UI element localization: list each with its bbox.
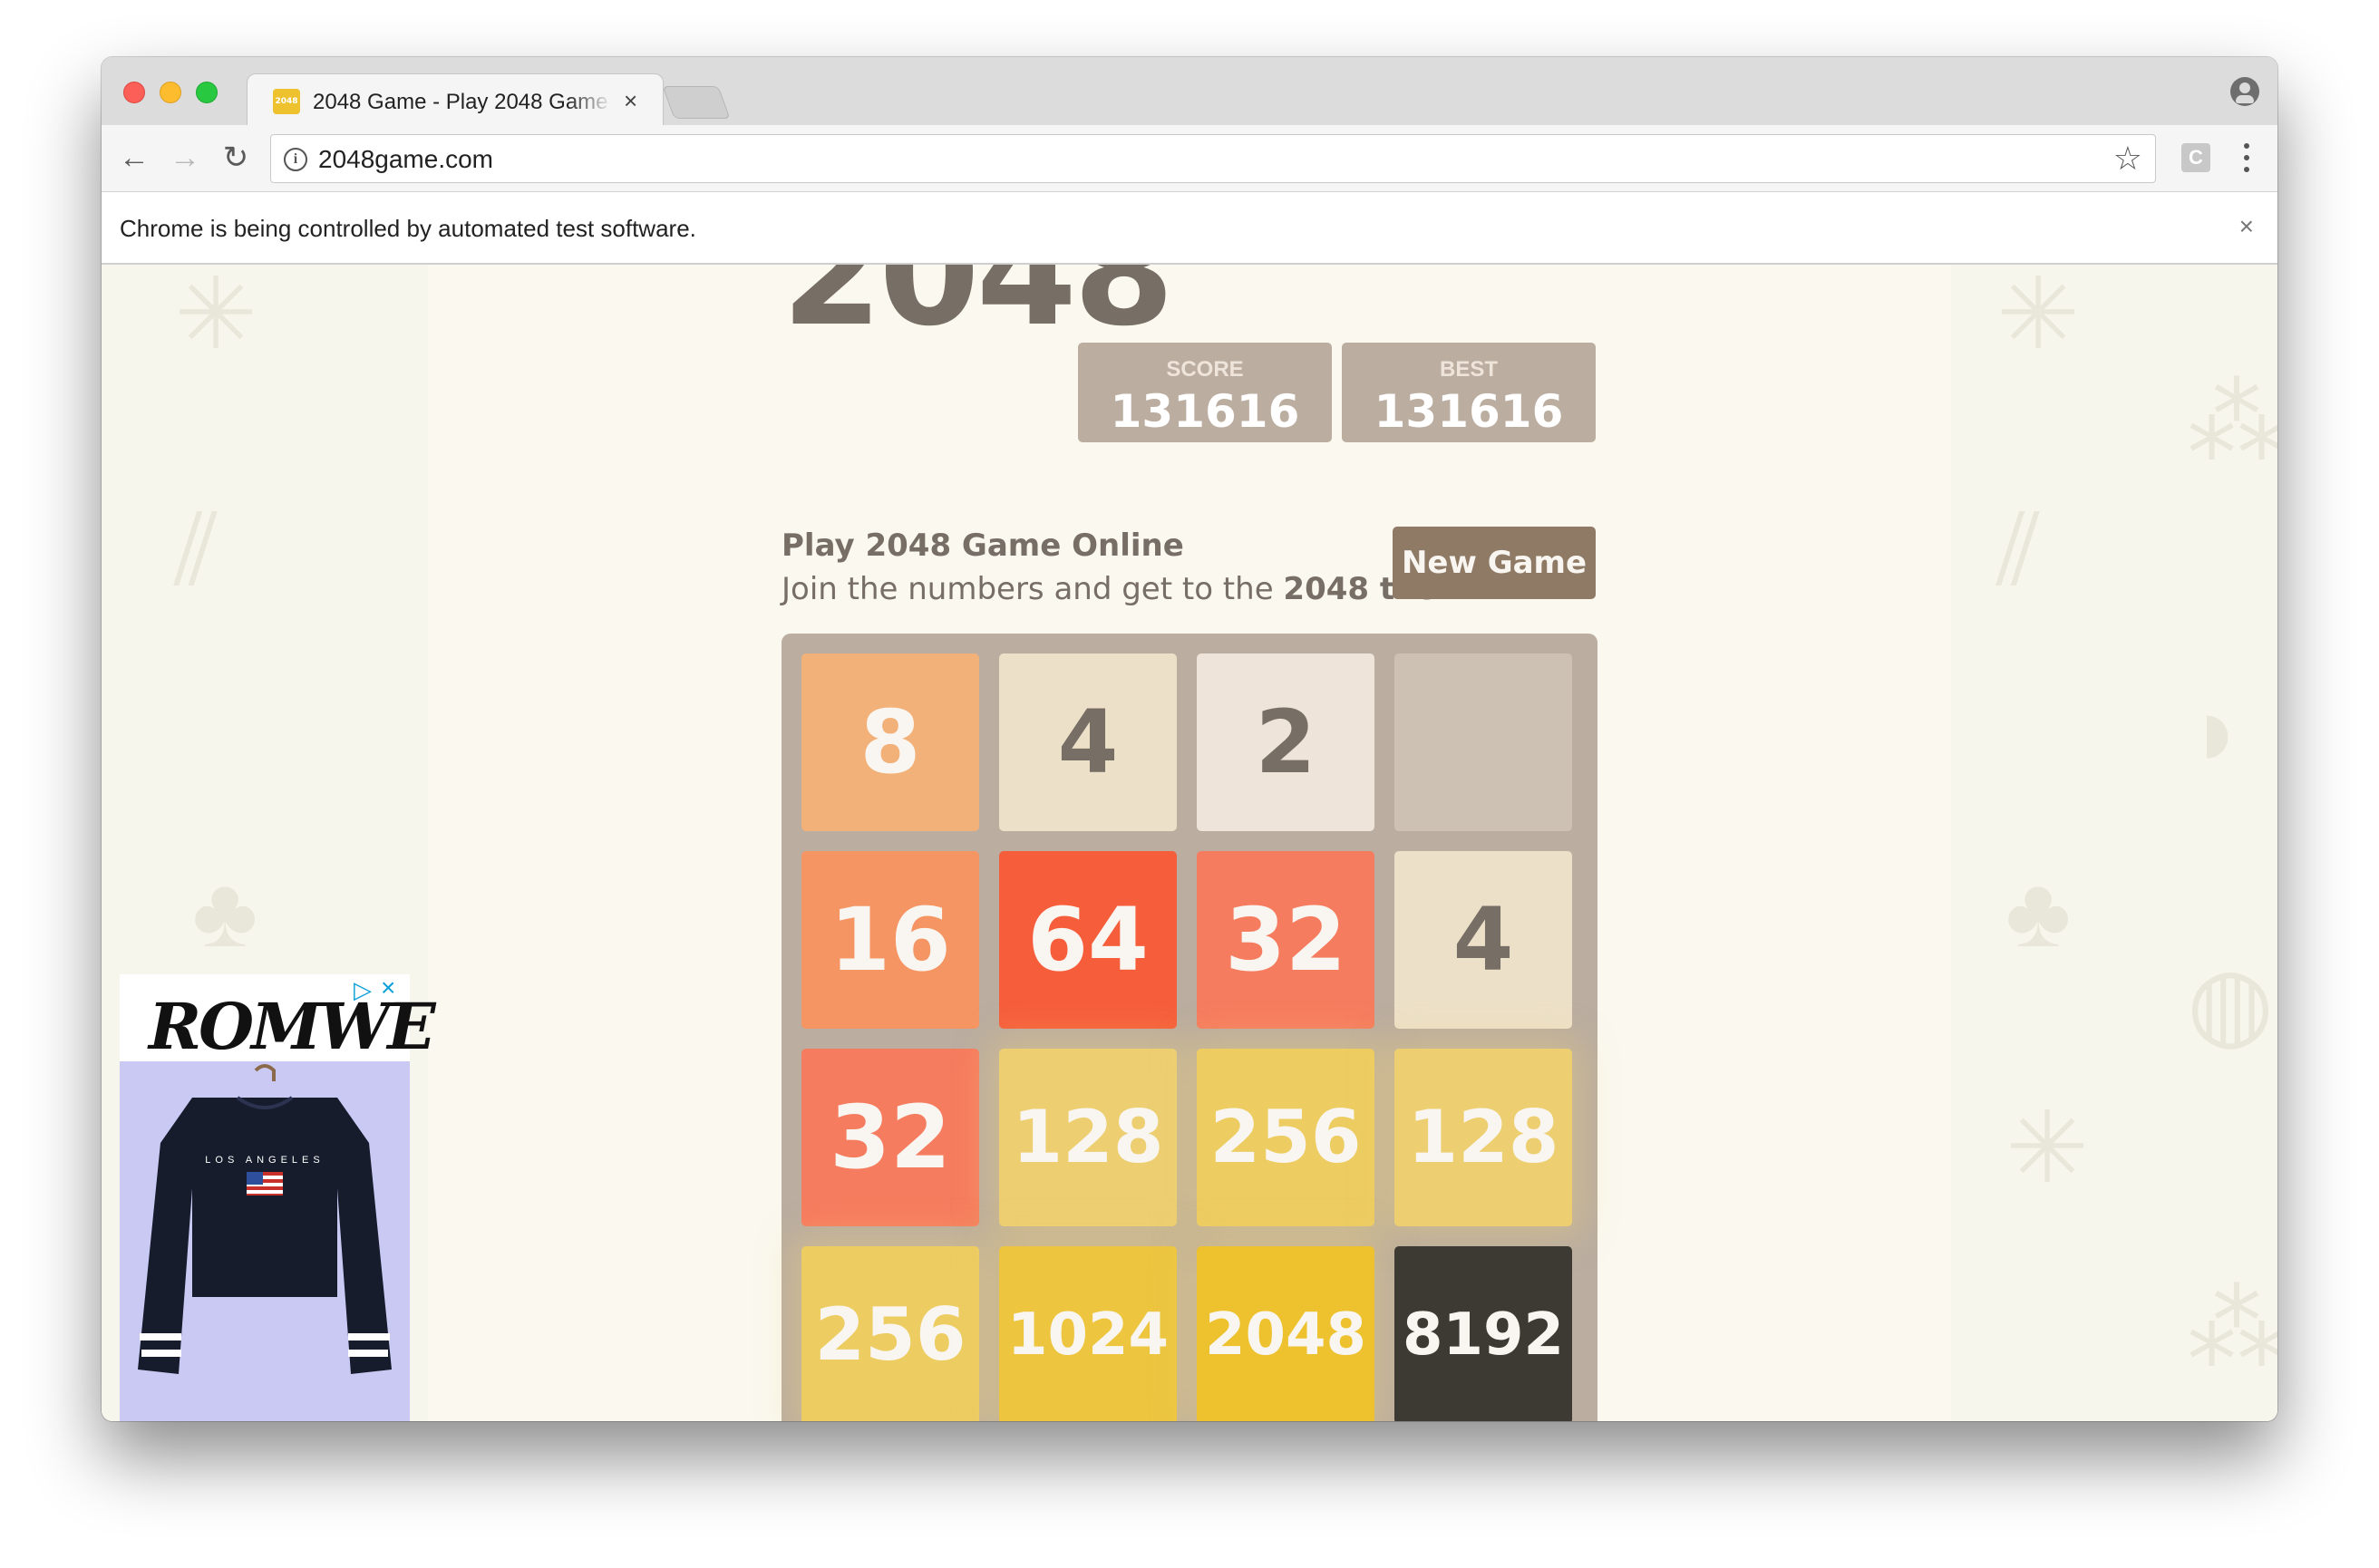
intro-text: Join the numbers and get to the 2048 til… [782,571,1451,607]
forward-arrow-icon[interactable]: → [165,138,205,178]
window-close-button[interactable] [123,82,145,103]
tile-8: 8 [801,653,979,831]
tile-8192: 8192 [1394,1246,1572,1421]
tile-32: 32 [801,1049,979,1226]
grapes-decoration-icon: ⁂ [2187,1273,2277,1385]
profile-icon[interactable] [2230,77,2259,106]
ad-brand-logo[interactable]: ROMWE [149,991,436,1063]
new-tab-button[interactable] [662,86,731,119]
intro-heading: Play 2048 Game Online [782,528,1184,564]
ad-close-icon[interactable]: × [381,974,395,1002]
bread-decoration-icon: ◍ [2187,947,2274,1059]
automation-infobar: Chrome is being controlled by automated … [102,192,2277,265]
tab-2048-game[interactable]: 2048 2048 Game - Play 2048 Game Online × [247,73,664,126]
tile-2048: 2048 [1197,1246,1374,1421]
window-zoom-button[interactable] [196,82,218,103]
tile-256: 256 [1197,1049,1374,1226]
asparagus-decoration-icon: ⫽ [1996,494,2042,605]
infobar-message: Chrome is being controlled by automated … [120,215,696,242]
score-value: 131616 [1110,385,1300,438]
address-bar[interactable]: i 2048game.com ☆ [270,134,2156,183]
site-info-icon[interactable]: i [284,148,307,171]
tile-16: 16 [801,851,979,1029]
pineapple-decoration-icon: ✳ [2005,1092,2090,1204]
ad-product-image[interactable]: LOS ANGELES [120,1061,410,1421]
tile-256: 256 [801,1246,979,1421]
shirt-print-text: LOS ANGELES [205,1155,324,1166]
tile-4: 4 [999,653,1177,831]
infobar-close-icon[interactable]: × [2239,212,2254,241]
browser-toolbar: ← → ↻ i 2048game.com ☆ C [102,125,2277,192]
url-text[interactable]: 2048game.com [318,144,493,175]
back-arrow-icon[interactable]: ← [114,138,154,178]
score-label: SCORE [1166,357,1244,382]
tile-128: 128 [999,1049,1177,1226]
browser-window: 2048 2048 Game - Play 2048 Game Online ×… [102,57,2277,1421]
tile-32: 32 [1197,851,1374,1029]
extension-icon[interactable]: C [2181,143,2210,172]
tile-1024: 1024 [999,1246,1177,1421]
new-game-button[interactable]: New Game [1393,527,1596,599]
empty-cell [1394,653,1572,831]
reload-icon[interactable]: ↻ [216,138,256,178]
tile-128: 128 [1394,1049,1572,1226]
tab-close-icon[interactable]: × [624,87,637,114]
game-board[interactable]: 8 4 2 16 64 32 4 32 128 256 128 256 1024 2048 8192 [782,634,1597,1421]
sweatshirt-image: LOS ANGELES [138,1064,392,1374]
cherry-decoration-icon: ♣ [2005,857,2072,968]
tab-strip: 2048 2048 Game - Play 2048 Game Online × [102,57,2277,126]
web-page: ✳ ⫽ ♣ ✳ ⫽ ⁂ ◗ ♣ ◍ ✳ ⁂ 2048 SCORE 131616 … [102,265,2277,1421]
grapes-decoration-icon: ⁂ [2187,367,2277,479]
adchoices-icon[interactable]: ▷ [354,976,372,1003]
browser-menu-icon[interactable] [2238,140,2256,176]
asparagus-decoration-icon: ⫽ [174,494,219,605]
tile-64: 64 [999,851,1177,1029]
favicon-icon: 2048 [273,89,300,114]
tile-2: 2 [1197,653,1374,831]
tile-4: 4 [1394,851,1572,1029]
game-title: 2048 [782,265,1174,358]
cherry-decoration-icon: ♣ [192,857,258,968]
intro-text-prefix: Join the numbers and get to the [782,571,1284,607]
tab-title: 2048 Game - Play 2048 Game Online [313,90,612,114]
pineapple-decoration-icon: ✳ [174,265,258,370]
advertisement[interactable]: ROMWE ▷ × LOS ANGELES [120,974,436,1421]
best-score-box: BEST 131616 [1342,343,1596,442]
window-minimize-button[interactable] [160,82,181,103]
best-value: 131616 [1374,385,1564,438]
best-label: BEST [1439,357,1498,382]
score-box: SCORE 131616 [1078,343,1332,442]
turkey-decoration-icon: ◗ [2187,675,2248,787]
bookmark-star-icon[interactable]: ☆ [2113,140,2142,177]
pineapple-decoration-icon: ✳ [1996,265,2081,370]
